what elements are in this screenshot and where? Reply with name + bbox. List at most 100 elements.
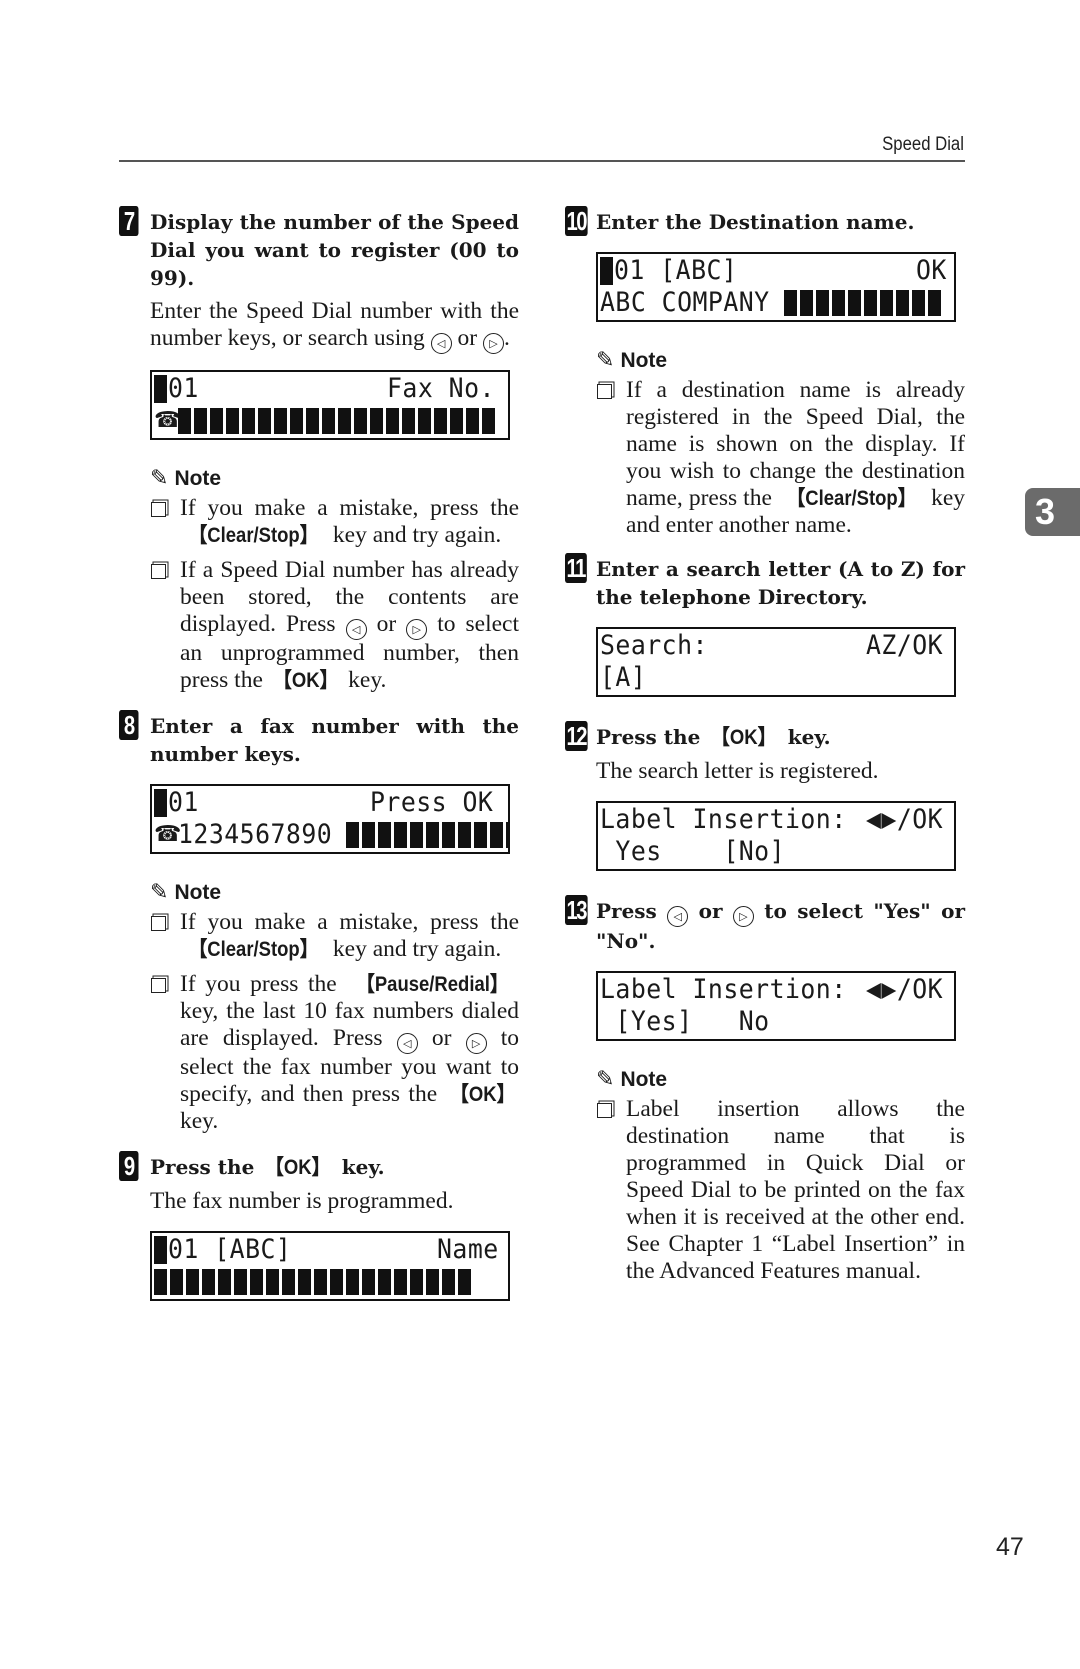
cursor-icon: [600, 257, 613, 285]
lcd-input-blocks: [178, 408, 495, 434]
lcd-block: [832, 290, 846, 316]
lcd-block: [880, 290, 894, 316]
lcd-text: 01 [ABC]: [614, 255, 738, 286]
lcd-block: [418, 408, 431, 434]
lcd-input-blocks: [154, 1269, 471, 1295]
lcd-block: [226, 408, 239, 434]
note-text: If you make a mistake, press the: [180, 909, 519, 935]
lcd-block: [425, 822, 439, 848]
chapter-tab[interactable]: 3: [1025, 488, 1080, 536]
step-number-badge: 9: [119, 1151, 139, 1181]
checkbox-bullet-icon: [151, 564, 166, 579]
note-heading: ✎ Note: [150, 466, 519, 491]
lcd-block: [242, 408, 255, 434]
lcd-block: [864, 290, 878, 316]
right-arrow-key-icon: ▷: [406, 619, 428, 640]
lcd-block: [170, 1269, 183, 1295]
title-text: Press the: [596, 725, 701, 749]
note-label: Note: [620, 1067, 668, 1091]
checkbox-bullet-icon: [151, 978, 166, 993]
step-11: 11 Enter a search letter (A to Z) for th…: [565, 553, 965, 697]
pencil-icon: ✎: [150, 880, 169, 905]
step-title: Enter a search letter (A to Z) for the t…: [596, 557, 965, 609]
title-text: Press: [596, 899, 657, 923]
lcd-block: [346, 1269, 359, 1295]
lcd-text: OK: [916, 255, 948, 286]
checkbox-bullet-icon: [151, 916, 166, 931]
lcd-block: [505, 822, 508, 848]
lcd-input-blocks: [345, 822, 508, 848]
cursor-icon: [154, 789, 167, 817]
pencil-icon: ✎: [150, 466, 169, 491]
note-text: If you press the: [180, 971, 337, 997]
lcd-text: Name: [436, 1234, 499, 1265]
note-text: key and try again.: [332, 936, 502, 962]
lcd-text: Fax No.: [386, 373, 495, 404]
lcd-block: [250, 1269, 263, 1295]
note-label: Note: [174, 880, 222, 904]
step-10: 10 Enter the Destination name. 01 [ABC] O…: [565, 206, 965, 539]
lcd-display: Label Insertion: ◀▶/OK Yes [No]: [596, 801, 956, 871]
note-label: Note: [620, 348, 668, 372]
lcd-display: 01 Fax No. ☎: [150, 370, 510, 440]
page-number: 47: [996, 1533, 1024, 1561]
step-title: Display the number of the Speed Dial you…: [150, 210, 519, 290]
lcd-block: [330, 1269, 343, 1295]
lcd-block: [354, 408, 367, 434]
note-text: key.: [180, 1108, 219, 1134]
note-item: If a destination name is already registe…: [596, 377, 965, 539]
pencil-icon: ✎: [596, 1067, 615, 1092]
lcd-block: [442, 1269, 455, 1295]
lcd-block: [912, 290, 926, 316]
step-title: Enter the Destination name.: [596, 210, 915, 234]
title-text: key.: [341, 1155, 385, 1179]
note-text: key and try again.: [332, 522, 502, 548]
step-number-badge: 11: [565, 553, 587, 583]
step-number-badge: 8: [119, 710, 139, 740]
lcd-block: [441, 822, 455, 848]
lcd-text: 01 [ABC]: [168, 1234, 292, 1265]
lcd-block: [266, 1269, 279, 1295]
lcd-input-blocks: [784, 290, 942, 316]
cursor-icon: [154, 375, 167, 403]
lcd-block: [848, 290, 862, 316]
checkbox-bullet-icon: [597, 384, 612, 399]
checkbox-bullet-icon: [597, 1103, 612, 1118]
lcd-block: [234, 1269, 247, 1295]
step-number-badge: 13: [565, 895, 588, 925]
lcd-text: Press OK: [369, 787, 494, 818]
lcd-block: [274, 408, 287, 434]
step-body: Enter the Speed Dial number with the num…: [150, 298, 519, 354]
title-text: or: [698, 899, 723, 923]
lcd-block: [473, 822, 487, 848]
step-body: The search letter is registered.: [596, 758, 879, 784]
left-arrow-key-icon: ◁: [345, 619, 367, 640]
note-text: If you make a mistake, press the: [180, 495, 519, 521]
lcd-block: [402, 408, 415, 434]
left-arrow-key-icon: ◁: [396, 1033, 418, 1054]
clear-stop-key-label: 【Clear/Stop】: [786, 487, 917, 510]
header-rule: [119, 160, 965, 162]
lcd-text: 01: [168, 787, 199, 818]
lcd-text: [A]: [600, 662, 647, 693]
lcd-display: Label Insertion: ◀▶/OK [Yes] No: [596, 971, 956, 1041]
ok-key-label: 【OK】: [449, 1083, 515, 1106]
note-item: If a Speed Dial number has already been …: [150, 557, 519, 694]
title-text: Press the: [150, 1155, 255, 1179]
step-number-badge: 10: [565, 206, 588, 236]
lcd-text: 01: [168, 373, 199, 404]
note-heading: ✎ Note: [596, 1067, 965, 1092]
clear-stop-key-label: 【Clear/Stop】: [188, 938, 319, 961]
note-item: Label insertion allows the destination n…: [596, 1096, 965, 1285]
lcd-block: [394, 1269, 407, 1295]
lcd-text: ◀▶/OK: [866, 804, 944, 835]
lcd-block: [186, 1269, 199, 1295]
right-column: 10 Enter the Destination name. 01 [ABC] O…: [565, 206, 965, 1293]
lcd-block: [784, 290, 798, 316]
lcd-text: ABC COMPANY: [600, 287, 770, 318]
lcd-text: AZ/OK: [866, 630, 944, 661]
note-item: If you make a mistake, press the 【Clear/…: [150, 495, 519, 549]
step-13: 13 Press ◁ or ▷ to select "Yes" or "No".…: [565, 895, 965, 1285]
lcd-block: [458, 1269, 471, 1295]
step-title: Press the 【OK】 key.: [150, 1153, 519, 1182]
